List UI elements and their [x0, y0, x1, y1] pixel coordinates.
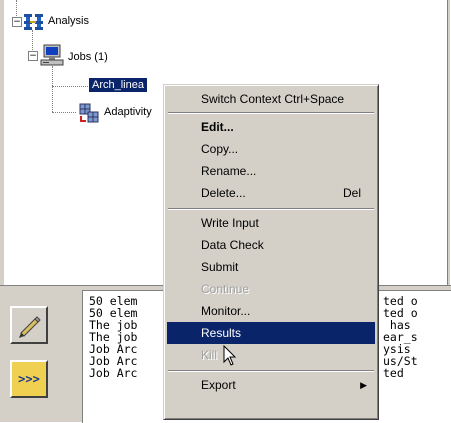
menu-item-kill[interactable]: Kill [167, 344, 375, 366]
job-context-menu: Switch Context Ctrl+Space Edit... Copy..… [163, 84, 379, 420]
log-line: Job Arc [89, 366, 138, 380]
menu-item-write-input[interactable]: Write Input [167, 212, 375, 234]
tree-node-adaptivity[interactable]: Adaptivity [104, 106, 152, 118]
menu-item-results[interactable]: Results [167, 322, 375, 344]
menu-item-continue[interactable]: Continue [167, 278, 375, 300]
menu-item-switch-context[interactable]: Switch Context Ctrl+Space [167, 88, 375, 110]
tree-node-analysis[interactable]: Analysis [48, 15, 89, 27]
panel-border [0, 0, 4, 290]
menu-item-rename[interactable]: Rename... [167, 160, 375, 182]
menu-item-edit[interactable]: Edit... [167, 116, 375, 138]
computer-icon [40, 44, 64, 66]
run-button[interactable]: >>> [10, 360, 48, 398]
menu-item-monitor[interactable]: Monitor... [167, 300, 375, 322]
menu-shortcut: Ctrl+Space [284, 92, 345, 106]
tree-line [52, 86, 88, 87]
pencil-icon [19, 316, 41, 338]
analysis-icon [24, 14, 43, 30]
log-line-tail: ted [383, 366, 404, 380]
submenu-arrow-icon: ▶ [360, 380, 367, 390]
panel-border [447, 0, 450, 290]
menu-item-delete[interactable]: Delete... Del [167, 182, 375, 204]
menu-separator [168, 208, 374, 210]
menu-item-data-check[interactable]: Data Check [167, 234, 375, 256]
mouse-cursor-icon [223, 345, 237, 366]
menu-item-submit[interactable]: Submit [167, 256, 375, 278]
tree-line [52, 112, 76, 113]
menu-item-label: Delete... [201, 186, 246, 200]
collapse-jobs-icon[interactable]: − [28, 51, 38, 61]
menu-item-label: Switch Context [201, 92, 282, 106]
edit-tool-button[interactable] [10, 306, 48, 344]
menu-item-label: Export [201, 378, 236, 392]
menu-item-export[interactable]: Export ▶ [167, 374, 375, 396]
menu-item-copy[interactable]: Copy... [167, 138, 375, 160]
tree-line [52, 66, 53, 112]
collapse-analysis-icon[interactable]: − [12, 17, 22, 27]
menu-separator [168, 370, 374, 372]
menu-separator [168, 112, 374, 114]
menu-shortcut: Del [342, 186, 361, 200]
tree-node-jobs[interactable]: Jobs (1) [68, 51, 108, 63]
adaptivity-icon [79, 103, 99, 123]
tree-node-job-selected[interactable]: Arch_linea [89, 78, 147, 92]
